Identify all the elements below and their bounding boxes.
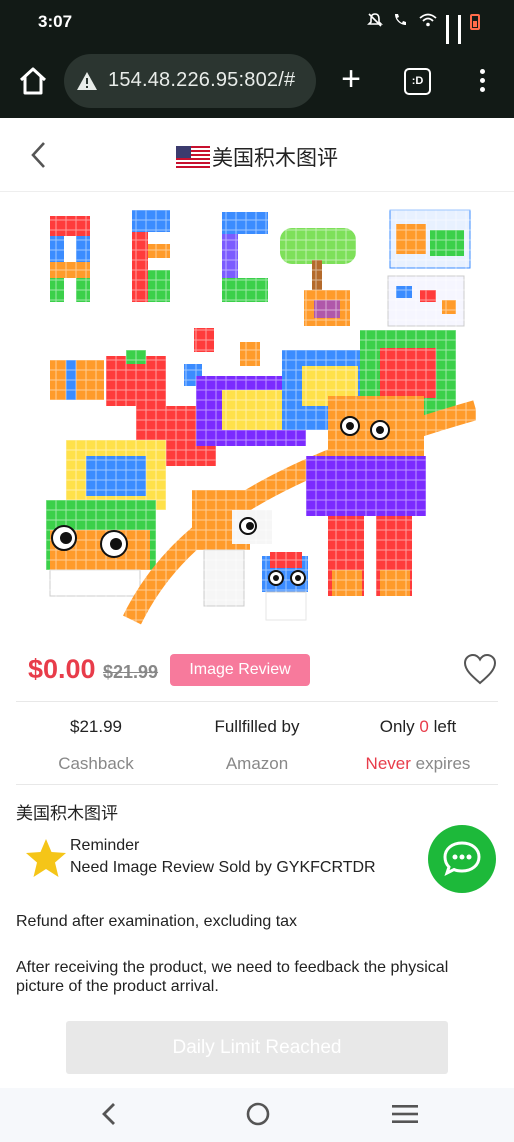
chat-button[interactable] [428, 825, 496, 893]
status-bar: 3:07 [0, 0, 514, 50]
call-icon [392, 12, 410, 32]
signal-icon-2 [458, 14, 461, 50]
reminder-text: Need Image Review Sold by GYKFCRTDR [70, 859, 376, 876]
product-image [36, 200, 479, 636]
nav-back-icon[interactable] [98, 1101, 120, 1127]
mute-icon [367, 12, 383, 32]
status-time: 3:07 [38, 12, 73, 31]
stat-fulfilled-label: Amazon [225, 754, 289, 773]
warning-icon [76, 71, 98, 91]
stat-cashback-value: $21.99 [70, 717, 122, 736]
daily-limit-button[interactable]: Daily Limit Reached [66, 1021, 448, 1074]
section-title: 美国积木图评 [16, 804, 118, 823]
page-title: 美国积木图评 [0, 142, 514, 172]
current-price: $0.00 [28, 654, 96, 684]
url-text: 154.48.226.95:802/# [108, 69, 296, 91]
more-icon[interactable] [470, 66, 494, 96]
chat-icon [443, 841, 481, 876]
battery-icon [470, 14, 480, 30]
refund-note: Refund after examination, excluding tax [16, 913, 298, 930]
nav-home-icon[interactable] [245, 1101, 271, 1127]
stat-cashback: $21.99 Cashback [16, 717, 176, 774]
address-bar[interactable]: 154.48.226.95:802/# [64, 54, 316, 108]
page-title-text: 美国积木图评 [212, 147, 338, 170]
plus-icon[interactable]: + [334, 62, 368, 98]
us-flag-icon [176, 146, 210, 168]
divider [16, 784, 498, 785]
original-price: $21.99 [103, 662, 159, 682]
tabs-icon[interactable]: :D [404, 68, 431, 95]
wifi-icon [419, 13, 437, 31]
stat-stock-value: Only 0 left [379, 717, 457, 736]
image-review-button[interactable]: Image Review [170, 654, 310, 686]
page-header: 美国积木图评 [0, 118, 514, 192]
home-icon[interactable] [16, 64, 50, 98]
stat-cashback-label: Cashback [58, 754, 134, 773]
status-icons [367, 12, 480, 50]
stat-stock: Only 0 left Never expires [338, 717, 498, 774]
heart-icon[interactable] [462, 652, 498, 686]
signal-icon [446, 14, 449, 50]
system-nav-bar [0, 1088, 514, 1142]
divider [16, 701, 498, 702]
stat-fulfilled: Fullfilled by Amazon [177, 717, 337, 774]
nav-recents-icon[interactable] [392, 1104, 418, 1124]
stat-fulfilled-value: Fullfilled by [214, 717, 300, 736]
stat-expiry-label: Never expires [365, 754, 471, 773]
reminder-title: Reminder [70, 837, 140, 854]
feedback-note: After receiving the product, we need to … [16, 959, 449, 995]
browser-toolbar: 154.48.226.95:802/# + :D [0, 44, 514, 118]
star-icon [24, 837, 68, 879]
